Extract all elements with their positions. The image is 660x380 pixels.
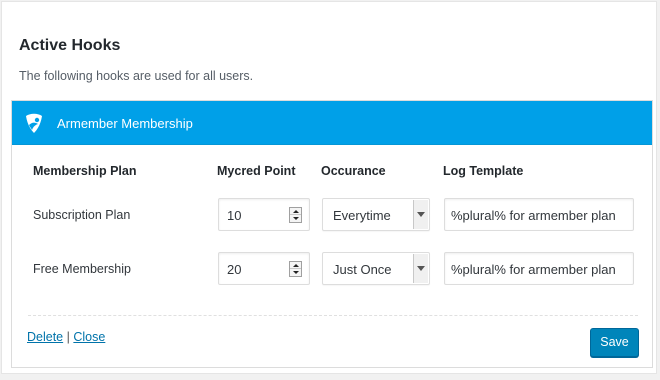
hook-panel-armember: Armember Membership Membership Plan Mycr…: [11, 100, 653, 368]
increment-arrow-icon[interactable]: [290, 208, 301, 215]
chevron-down-icon[interactable]: [413, 254, 428, 283]
points-value: 20: [227, 262, 242, 277]
occurance-select[interactable]: Just Once: [322, 252, 430, 285]
occurance-select[interactable]: Everytime: [322, 198, 430, 231]
increment-arrow-icon[interactable]: [290, 262, 301, 269]
log-template-input[interactable]: %plural% for armember plan: [444, 198, 634, 231]
decrement-arrow-icon[interactable]: [290, 215, 301, 222]
plan-label: Subscription Plan: [33, 208, 131, 222]
column-header-mycred-point: Mycred Point: [217, 164, 296, 178]
delete-link[interactable]: Delete: [27, 330, 63, 344]
number-spinner[interactable]: [289, 261, 302, 277]
page-subtitle: The following hooks are used for all use…: [19, 69, 254, 83]
column-header-occurance: Occurance: [321, 164, 386, 178]
armember-logo-icon: [26, 113, 42, 133]
save-button[interactable]: Save: [590, 328, 639, 357]
active-hooks-card: Active Hooks The following hooks are use…: [1, 1, 657, 374]
page-title: Active Hooks: [19, 37, 121, 54]
chevron-down-icon[interactable]: [413, 200, 428, 229]
column-header-membership-plan: Membership Plan: [33, 164, 137, 178]
hook-header[interactable]: Armember Membership: [12, 101, 652, 145]
log-template-value: %plural% for armember plan: [451, 208, 616, 223]
number-spinner[interactable]: [289, 207, 302, 223]
plan-label: Free Membership: [33, 262, 131, 276]
close-link[interactable]: Close: [73, 330, 105, 344]
occurance-value: Just Once: [333, 262, 392, 277]
divider: [28, 315, 638, 316]
log-template-input[interactable]: %plural% for armember plan: [444, 252, 634, 285]
footer-links: Delete | Close: [27, 330, 105, 344]
points-input[interactable]: 10: [218, 198, 310, 231]
link-separator: |: [66, 330, 70, 344]
points-input[interactable]: 20: [218, 252, 310, 285]
points-value: 10: [227, 208, 242, 223]
column-header-log-template: Log Template: [443, 164, 524, 178]
hook-title: Armember Membership: [57, 116, 193, 131]
decrement-arrow-icon[interactable]: [290, 269, 301, 276]
occurance-value: Everytime: [333, 208, 391, 223]
log-template-value: %plural% for armember plan: [451, 262, 616, 277]
